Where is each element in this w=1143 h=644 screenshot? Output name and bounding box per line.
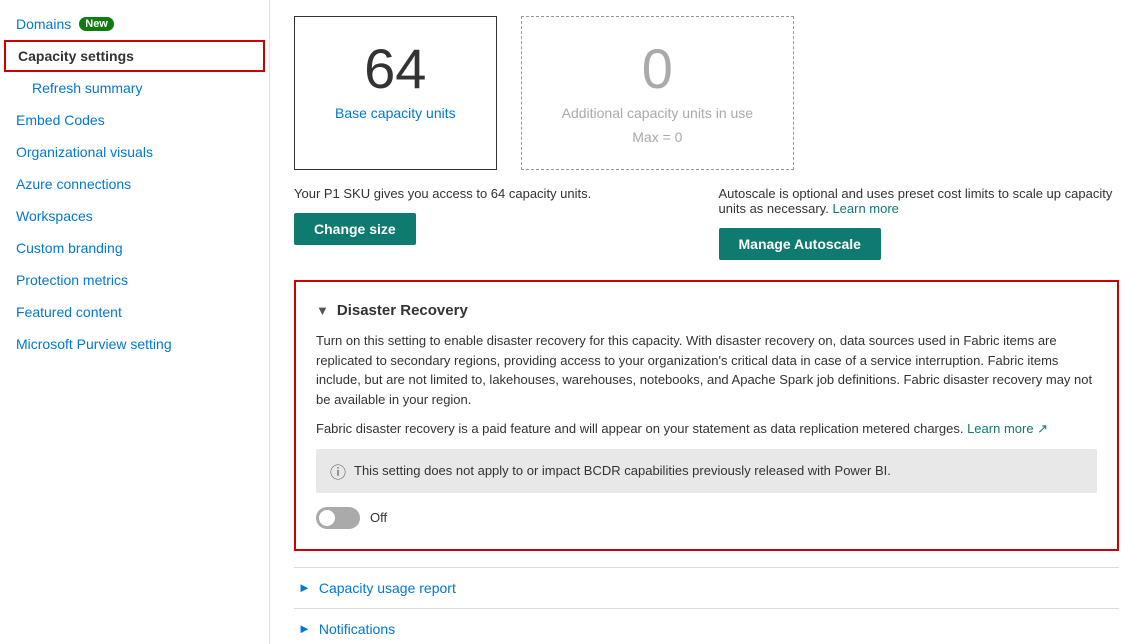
change-size-button[interactable]: Change size: [294, 213, 416, 245]
autoscale-description: Autoscale is optional and uses preset co…: [719, 186, 1120, 216]
capacity-info-left: Your P1 SKU gives you access to 64 capac…: [294, 186, 695, 260]
additional-capacity-max: Max = 0: [562, 129, 753, 145]
sidebar-item-domains[interactable]: Domains New: [0, 8, 269, 40]
sidebar-item-label: Protection metrics: [16, 272, 128, 288]
sidebar-item-label: Organizational visuals: [16, 144, 153, 160]
dr-info-banner: ⓘ This setting does not apply to or impa…: [316, 449, 1097, 493]
main-content: 64 Base capacity units 0 Additional capa…: [270, 0, 1143, 644]
sidebar-item-protection-metrics[interactable]: Protection metrics: [0, 264, 269, 296]
sidebar-item-label: Workspaces: [16, 208, 93, 224]
toggle-track: [316, 507, 360, 529]
base-capacity-number: 64: [335, 41, 456, 97]
sidebar-item-custom-branding[interactable]: Custom branding: [0, 232, 269, 264]
additional-capacity-label: Additional capacity units in use: [562, 105, 753, 121]
sidebar-item-label: Microsoft Purview setting: [16, 336, 172, 352]
base-capacity-box: 64 Base capacity units: [294, 16, 497, 170]
disaster-recovery-body: Turn on this setting to enable disaster …: [316, 331, 1097, 529]
notifications-section[interactable]: ► Notifications: [294, 608, 1119, 644]
disaster-recovery-title: Disaster Recovery: [337, 302, 468, 319]
dr-description-2: Fabric disaster recovery is a paid featu…: [316, 419, 1097, 439]
disaster-recovery-header: ▼ Disaster Recovery: [316, 302, 1097, 319]
additional-capacity-number: 0: [562, 41, 753, 97]
sidebar-item-refresh-summary[interactable]: Refresh summary: [0, 72, 269, 104]
dr-info-text: This setting does not apply to or impact…: [354, 463, 891, 478]
capacity-usage-report-section[interactable]: ► Capacity usage report: [294, 567, 1119, 608]
notifications-label: Notifications: [319, 621, 395, 637]
sidebar-item-label: Refresh summary: [32, 80, 142, 96]
sidebar-item-capacity-settings[interactable]: Capacity settings: [4, 40, 265, 72]
collapse-icon: ▼: [316, 303, 329, 318]
capacity-info-row: Your P1 SKU gives you access to 64 capac…: [294, 186, 1119, 260]
dr-toggle[interactable]: [316, 507, 360, 529]
sidebar-item-label: Capacity settings: [18, 48, 134, 64]
dr-description-1: Turn on this setting to enable disaster …: [316, 331, 1097, 409]
base-capacity-label: Base capacity units: [335, 105, 456, 121]
sidebar-item-label: Azure connections: [16, 176, 131, 192]
toggle-thumb: [319, 510, 335, 526]
capacity-usage-label: Capacity usage report: [319, 580, 456, 596]
additional-capacity-box: 0 Additional capacity units in use Max =…: [521, 16, 794, 170]
sidebar-item-featured-content[interactable]: Featured content: [0, 296, 269, 328]
autoscale-learn-more-link[interactable]: Learn more: [832, 201, 898, 216]
sidebar-item-label: Embed Codes: [16, 112, 105, 128]
info-icon: ⓘ: [330, 459, 346, 483]
new-badge: New: [79, 17, 114, 31]
sidebar-item-label: Custom branding: [16, 240, 123, 256]
sidebar-item-workspaces[interactable]: Workspaces: [0, 200, 269, 232]
capacity-info-right: Autoscale is optional and uses preset co…: [719, 186, 1120, 260]
disaster-recovery-section: ▼ Disaster Recovery Turn on this setting…: [294, 280, 1119, 551]
manage-autoscale-button[interactable]: Manage Autoscale: [719, 228, 881, 260]
sidebar-item-embed-codes[interactable]: Embed Codes: [0, 104, 269, 136]
dr-learn-more-link[interactable]: Learn more ↗: [967, 421, 1048, 436]
chevron-right-icon: ►: [298, 621, 311, 636]
sku-description: Your P1 SKU gives you access to 64 capac…: [294, 186, 695, 201]
capacity-boxes-row: 64 Base capacity units 0 Additional capa…: [294, 16, 1119, 170]
chevron-right-icon: ►: [298, 580, 311, 595]
sidebar-item-label: Featured content: [16, 304, 122, 320]
dr-toggle-label: Off: [370, 510, 387, 525]
sidebar-item-organizational-visuals[interactable]: Organizational visuals: [0, 136, 269, 168]
sidebar: Domains New Capacity settings Refresh su…: [0, 0, 270, 644]
sidebar-item-microsoft-purview[interactable]: Microsoft Purview setting: [0, 328, 269, 360]
sidebar-item-azure-connections[interactable]: Azure connections: [0, 168, 269, 200]
sidebar-item-label: Domains: [16, 16, 71, 32]
dr-toggle-row: Off: [316, 507, 1097, 529]
